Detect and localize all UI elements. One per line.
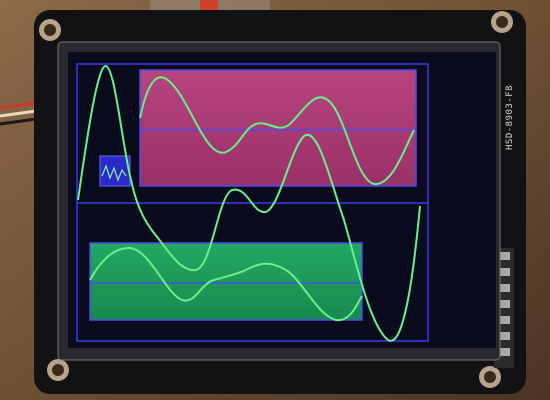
silkscreen-label: HSD-8903-F8: [505, 85, 515, 150]
mini-waveform-icon: [99, 155, 131, 187]
photo-scene: HSD-8903-F8: [0, 0, 550, 400]
bottom-panel: [89, 242, 363, 321]
